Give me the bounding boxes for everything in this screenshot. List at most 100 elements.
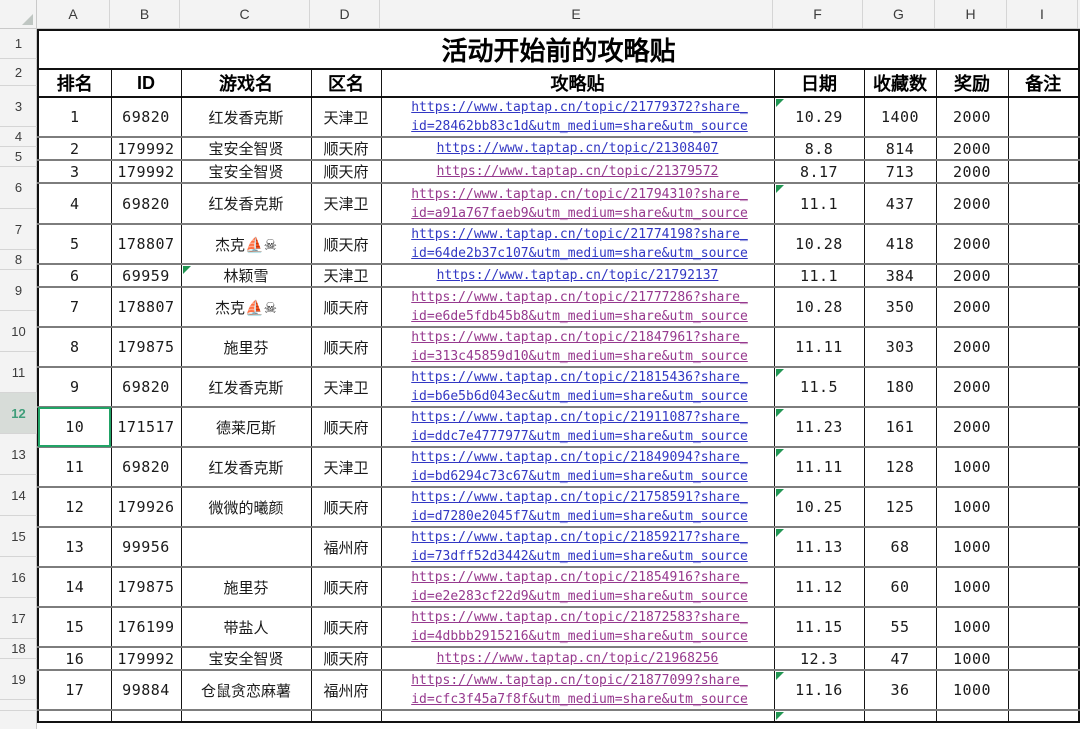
cell-date[interactable]: 11.12: [773, 566, 865, 608]
cell-favorites[interactable]: 47: [863, 646, 937, 671]
cell-rank[interactable]: 2: [37, 136, 112, 161]
cell-link[interactable]: https://www.taptap.cn/topic/21968256: [380, 646, 775, 671]
cell-favorites[interactable]: 161: [863, 406, 937, 448]
strategy-link[interactable]: https://www.taptap.cn/topic/21968256: [437, 649, 719, 668]
cell-favorites[interactable]: 713: [863, 159, 937, 184]
cell-note[interactable]: [1007, 286, 1080, 328]
cell-game[interactable]: 红发香克斯: [180, 366, 312, 408]
column-header-B[interactable]: B: [110, 0, 180, 28]
cell-reward[interactable]: 2000: [935, 406, 1009, 448]
cell-favorites[interactable]: 180: [863, 366, 937, 408]
cell-empty[interactable]: [380, 709, 775, 723]
cell-game[interactable]: 施里芬: [180, 326, 312, 368]
strategy-link[interactable]: https://www.taptap.cn/topic/21758591?sha…: [407, 489, 748, 526]
cell-empty[interactable]: [37, 709, 112, 723]
cell-game[interactable]: 德莱厄斯: [180, 406, 312, 448]
cell-id[interactable]: 179992: [110, 136, 182, 161]
cell-link[interactable]: https://www.taptap.cn/topic/21758591?sha…: [380, 486, 775, 528]
cell-date[interactable]: 11.1: [773, 182, 865, 225]
cell-date[interactable]: 11.11: [773, 446, 865, 488]
cell-region[interactable]: 天津卫: [310, 263, 382, 288]
header-note[interactable]: 备注: [1007, 68, 1080, 98]
cell-date[interactable]: 11.11: [773, 326, 865, 368]
header-post[interactable]: 攻略贴: [380, 68, 775, 98]
row-header-19[interactable]: 19: [0, 659, 37, 700]
cell-id[interactable]: 69820: [110, 96, 182, 138]
cell-rank[interactable]: 12: [37, 486, 112, 528]
row-header-7[interactable]: 7: [0, 209, 37, 250]
strategy-link[interactable]: https://www.taptap.cn/topic/21777286?sha…: [407, 289, 748, 326]
row-header-15[interactable]: 15: [0, 516, 37, 557]
cell-empty[interactable]: [863, 709, 937, 723]
cell-region[interactable]: 顺天府: [310, 646, 382, 671]
cell-rank[interactable]: 11: [37, 446, 112, 488]
cell-favorites[interactable]: 418: [863, 223, 937, 265]
strategy-link[interactable]: https://www.taptap.cn/topic/21859217?sha…: [407, 529, 748, 566]
row-header-1[interactable]: 1: [0, 29, 37, 59]
cell-id[interactable]: 99884: [110, 669, 182, 711]
cell-link[interactable]: https://www.taptap.cn/topic/21854916?sha…: [380, 566, 775, 608]
cell-note[interactable]: [1007, 366, 1080, 408]
cell-note[interactable]: [1007, 263, 1080, 288]
row-header-12[interactable]: 12: [0, 393, 37, 434]
cell-reward[interactable]: 2000: [935, 136, 1009, 161]
row-header-9[interactable]: 9: [0, 270, 37, 311]
cell-link[interactable]: https://www.taptap.cn/topic/21777286?sha…: [380, 286, 775, 328]
cell-rank[interactable]: 17: [37, 669, 112, 711]
cell-rank[interactable]: 15: [37, 606, 112, 648]
cell-empty[interactable]: [180, 709, 312, 723]
cell-id[interactable]: 179992: [110, 646, 182, 671]
cell-id[interactable]: 179875: [110, 566, 182, 608]
cell-rank[interactable]: 5: [37, 223, 112, 265]
cell-id[interactable]: 69820: [110, 366, 182, 408]
cell-link[interactable]: https://www.taptap.cn/topic/21877099?sha…: [380, 669, 775, 711]
cell-reward[interactable]: 2000: [935, 159, 1009, 184]
cell-reward[interactable]: 2000: [935, 96, 1009, 138]
row-header-partial[interactable]: [0, 700, 37, 711]
cell-link[interactable]: https://www.taptap.cn/topic/21911087?sha…: [380, 406, 775, 448]
row-header-14[interactable]: 14: [0, 475, 37, 516]
cell-id[interactable]: 179875: [110, 326, 182, 368]
strategy-link[interactable]: https://www.taptap.cn/topic/21794310?sha…: [407, 185, 748, 223]
cell-note[interactable]: [1007, 406, 1080, 448]
cell-link[interactable]: https://www.taptap.cn/topic/21872583?sha…: [380, 606, 775, 648]
cell-favorites[interactable]: 350: [863, 286, 937, 328]
cell-game[interactable]: 红发香克斯: [180, 182, 312, 225]
sheet-title-cell[interactable]: 活动开始前的攻略贴: [37, 29, 1080, 70]
cell-date[interactable]: 11.15: [773, 606, 865, 648]
cell-rank[interactable]: 4: [37, 182, 112, 225]
header-reward[interactable]: 奖励: [935, 68, 1009, 98]
cell-id[interactable]: 69820: [110, 182, 182, 225]
row-header-6[interactable]: 6: [0, 167, 37, 209]
cell-link[interactable]: https://www.taptap.cn/topic/21815436?sha…: [380, 366, 775, 408]
row-header-5[interactable]: 5: [0, 147, 37, 167]
strategy-link[interactable]: https://www.taptap.cn/topic/21779372?sha…: [407, 99, 748, 136]
cell-favorites[interactable]: 384: [863, 263, 937, 288]
cell-link[interactable]: https://www.taptap.cn/topic/21774198?sha…: [380, 223, 775, 265]
cell-rank[interactable]: 14: [37, 566, 112, 608]
strategy-link[interactable]: https://www.taptap.cn/topic/21774198?sha…: [407, 226, 748, 263]
cell-note[interactable]: [1007, 526, 1080, 568]
cell-reward[interactable]: 2000: [935, 326, 1009, 368]
cell-note[interactable]: [1007, 669, 1080, 711]
cell-region[interactable]: 顺天府: [310, 223, 382, 265]
cell-game[interactable]: 带盐人: [180, 606, 312, 648]
cell-favorites[interactable]: 125: [863, 486, 937, 528]
cell-empty[interactable]: [310, 709, 382, 723]
row-header-16[interactable]: 16: [0, 557, 37, 598]
strategy-link[interactable]: https://www.taptap.cn/topic/21872583?sha…: [407, 609, 748, 646]
header-game[interactable]: 游戏名: [180, 68, 312, 98]
header-id[interactable]: ID: [110, 68, 182, 98]
cell-reward[interactable]: 2000: [935, 286, 1009, 328]
cell-game[interactable]: 红发香克斯: [180, 96, 312, 138]
cell-region[interactable]: 顺天府: [310, 566, 382, 608]
row-header-8[interactable]: 8: [0, 250, 37, 270]
cell-rank[interactable]: 1: [37, 96, 112, 138]
cell-note[interactable]: [1007, 486, 1080, 528]
column-header-G[interactable]: G: [863, 0, 935, 28]
cell-id[interactable]: 99956: [110, 526, 182, 568]
cell-favorites[interactable]: 128: [863, 446, 937, 488]
select-all-corner[interactable]: [0, 0, 37, 29]
cell-empty[interactable]: [935, 709, 1009, 723]
column-header-I[interactable]: I: [1007, 0, 1078, 28]
